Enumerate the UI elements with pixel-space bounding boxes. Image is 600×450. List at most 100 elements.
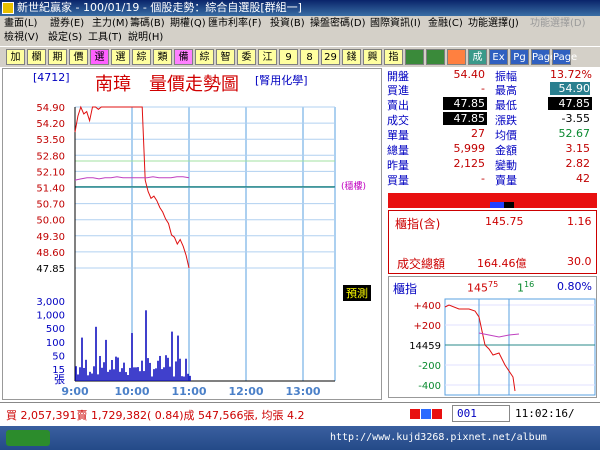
menu-options[interactable]: 期權(Q) xyxy=(170,17,206,31)
menu-screen[interactable]: 畫面(L) xyxy=(4,17,37,31)
total-amount-change: 30.0 xyxy=(567,255,592,268)
toolbar-button-9[interactable]: 綜 xyxy=(195,49,214,65)
menu-functions[interactable]: 功能選擇(J) xyxy=(468,17,519,31)
ask-label: 賣出 xyxy=(387,99,409,112)
toolbar-button-5[interactable]: 選 xyxy=(111,49,130,65)
toolbar-button-13[interactable]: 9 xyxy=(279,49,298,65)
mini-index-change: 116 xyxy=(517,280,535,295)
bid-ask-bar xyxy=(388,193,597,202)
mini-tick-label: +400 xyxy=(414,301,441,312)
tick-vol-value: 27 xyxy=(471,127,485,140)
toolbar-button-1[interactable]: 欄 xyxy=(27,49,46,65)
toolbar-button-12[interactable]: 江 xyxy=(258,49,277,65)
x-tick-label: 13:00 xyxy=(285,385,320,398)
total-amount-label: 成交總額 xyxy=(397,257,446,271)
code-input[interactable]: 001 xyxy=(452,405,510,422)
tick-vol-label: 單量 xyxy=(387,129,409,142)
toolbar-button-16[interactable]: 錢 xyxy=(342,49,361,65)
menu-forex[interactable]: 匯市利率(F) xyxy=(208,17,262,31)
menu-securities[interactable]: 證券(E) xyxy=(50,17,84,31)
index-label: 櫃指(含) xyxy=(395,217,441,231)
toolbar-button-24[interactable]: Pg xyxy=(510,49,529,65)
volume-tick-label: 500 xyxy=(46,324,65,335)
bid-value: - xyxy=(481,82,485,95)
mini-index-value: 14575 xyxy=(467,280,499,295)
start-button[interactable] xyxy=(6,430,50,446)
toolbar: 加欄期價選選綜類備綜智委江 9 8 29 錢興指成 Ex Pg Page Page xyxy=(0,46,600,67)
ref-tag: (穩樓) xyxy=(341,182,367,192)
price-tick-label: 52.10 xyxy=(36,167,65,178)
price-tick-label: 54.20 xyxy=(36,119,65,130)
bid-ask-bar-lower xyxy=(388,202,597,208)
toolbar-button-8[interactable]: 備 xyxy=(174,49,193,65)
toolbar-button-19[interactable] xyxy=(405,49,424,65)
toolbar-button-3[interactable]: 價 xyxy=(69,49,88,65)
watermark: http://www.kujd3268.pixnet.net/album xyxy=(330,432,547,443)
volume-tick-label: 50 xyxy=(52,351,65,362)
menu-chips[interactable]: 籌碼(B) xyxy=(130,17,165,31)
mini-index-chart: +400 +200 14459 -200 -400 xyxy=(409,298,596,396)
menu-functions-2[interactable]: 功能選擇(D) xyxy=(530,17,586,31)
sell-vol-label: 賣量 xyxy=(495,174,517,187)
mini-index-pct: 0.80% xyxy=(557,280,592,293)
amount-label: 金額 xyxy=(495,144,517,157)
total-vol-value: 5,999 xyxy=(453,142,486,155)
amount-value: 3.15 xyxy=(565,142,591,155)
price-tick-label: 48.60 xyxy=(36,248,65,259)
mini-tick-label: -200 xyxy=(418,361,441,372)
index-change: 1.16 xyxy=(567,215,592,228)
change-label: 漲跌 xyxy=(495,114,517,127)
toolbar-button-11[interactable]: 委 xyxy=(237,49,256,65)
volume-tick-label: 100 xyxy=(46,338,65,349)
toolbar-button-14[interactable]: 8 xyxy=(300,49,319,65)
market-summary: 買 2,057,391賣 1,729,382( 0.84)成 547,566張,… xyxy=(6,409,305,422)
volume-tick-label: 1,000 xyxy=(36,311,65,322)
mini-tick-label: 14459 xyxy=(409,341,441,352)
quote-panel: 開盤 54.40 振幅 13.72% 買進 - 最高 54.90 賣出 47.8… xyxy=(385,68,598,190)
clock: 11:02:16/ xyxy=(515,407,575,420)
high-value: 54.90 xyxy=(550,82,590,95)
bid-label: 買進 xyxy=(387,84,409,97)
otc-index-box: 櫃指(含) 145.75 1.16 成交總額 164.46億 30.0 xyxy=(388,210,597,274)
toolbar-button-10[interactable]: 智 xyxy=(216,49,235,65)
ask-value: 47.85 xyxy=(443,97,487,110)
toolbar-button-21[interactable] xyxy=(447,49,466,65)
menu-invest[interactable]: 投資(B) xyxy=(270,17,305,31)
menu-trade-code[interactable]: 操盤密碼(D) xyxy=(310,17,366,31)
toolbar-button-17[interactable]: 興 xyxy=(363,49,382,65)
menu-view[interactable]: 檢視(V) xyxy=(4,31,39,45)
chart-canvas: 54.90 54.20 53.50 52.80 52.10 51.40 50.70 50.00… xyxy=(36,103,336,398)
price-tick-label: 50.00 xyxy=(36,216,65,227)
toolbar-button-23[interactable]: Ex xyxy=(489,49,508,65)
toolbar-button-7[interactable]: 類 xyxy=(153,49,172,65)
toolbar-button-15[interactable]: 29 xyxy=(321,49,340,65)
toolbar-button-20[interactable] xyxy=(426,49,445,65)
toolbar-button-25[interactable]: Page xyxy=(531,49,556,65)
toolbar-button-18[interactable]: 指 xyxy=(384,49,403,65)
toolbar-button-22[interactable]: 成 xyxy=(468,49,487,65)
menu-tools[interactable]: 工具(T) xyxy=(88,31,122,45)
toolbar-button-0[interactable]: 加 xyxy=(6,49,25,65)
x-tick-label: 11:00 xyxy=(171,385,206,398)
price-tick-label: 49.30 xyxy=(36,232,65,243)
total-vol-label: 總量 xyxy=(387,144,409,157)
title-bar: 新世紀贏家 - 100/01/19 - 個股走勢：綜合自選股[群組一] xyxy=(0,0,600,16)
window-title: 新世紀贏家 - 100/01/19 - 個股走勢：綜合自選股[群組一] xyxy=(17,1,302,14)
menu-settings[interactable]: 設定(S) xyxy=(48,31,82,45)
amplitude-value: 13.72% xyxy=(550,68,592,81)
toolbar-button-2[interactable]: 期 xyxy=(48,49,67,65)
toolbar-button-4[interactable]: 選 xyxy=(90,49,109,65)
price-tick-label: 53.50 xyxy=(36,135,65,146)
menu-help[interactable]: 說明(H) xyxy=(128,31,163,45)
forecast-tag: 預測 xyxy=(343,285,371,301)
menu-main-force[interactable]: 主力(M) xyxy=(92,17,128,31)
turnover-value: 2.82 xyxy=(565,157,591,170)
price-tick-label: 50.70 xyxy=(36,200,65,211)
toolbar-button-6[interactable]: 綜 xyxy=(132,49,151,65)
toolbar-button-26[interactable]: Page xyxy=(552,49,577,65)
price-tick-label: 51.40 xyxy=(36,184,65,195)
x-tick-label: 12:00 xyxy=(228,385,263,398)
last-value: 47.85 xyxy=(443,112,487,125)
menu-finance[interactable]: 金融(C) xyxy=(428,17,463,31)
menu-intl[interactable]: 國際資訊(I) xyxy=(370,17,421,31)
